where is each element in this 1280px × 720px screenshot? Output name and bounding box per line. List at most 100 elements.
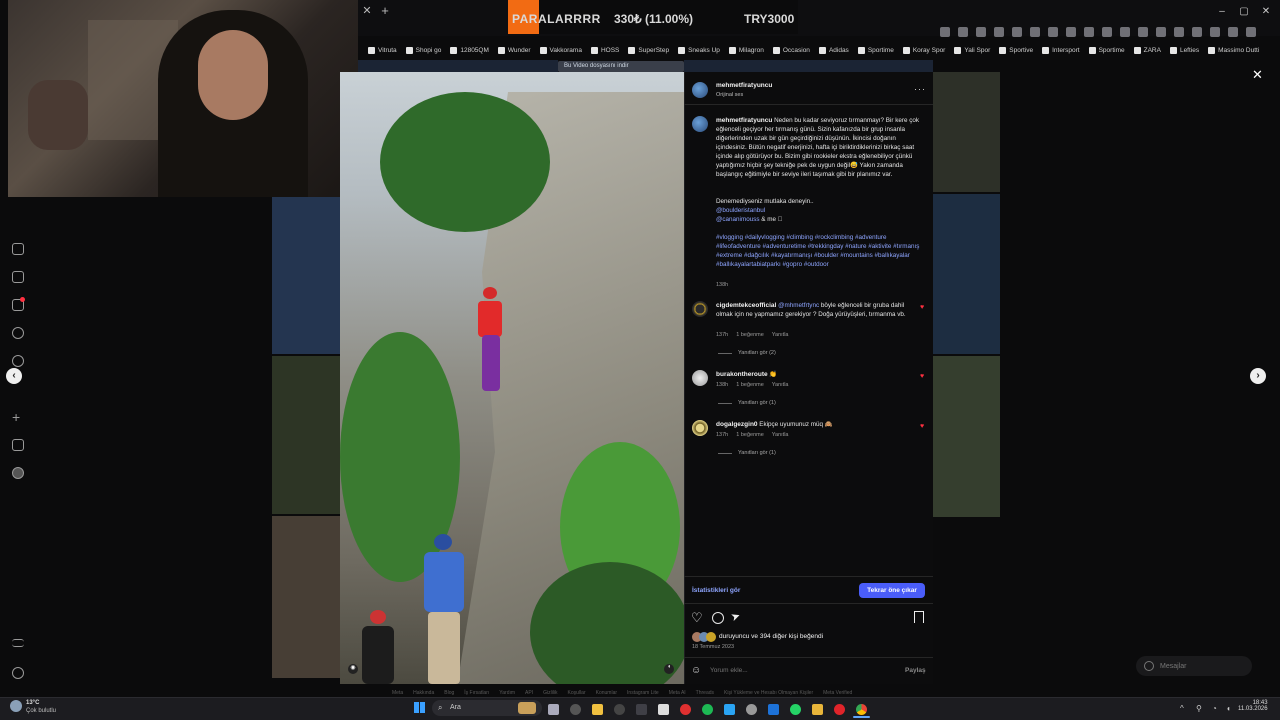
grid-image[interactable] (933, 356, 1000, 517)
more-menu-icon[interactable] (12, 639, 24, 647)
insights-link[interactable]: İstatistikleri gör (692, 587, 740, 594)
post-image[interactable]: ◉ ◖ (340, 72, 684, 684)
comment-like-icon[interactable]: ♥ (920, 373, 924, 380)
extension-icon[interactable] (1156, 27, 1166, 37)
emoji-icon[interactable]: ☺ (691, 665, 701, 676)
explore-icon[interactable] (12, 355, 24, 367)
extension-icon[interactable] (1210, 27, 1220, 37)
file-explorer-icon[interactable] (592, 704, 603, 715)
comment-avatar[interactable] (692, 301, 708, 317)
extension-icon[interactable] (958, 27, 968, 37)
profile-avatar-icon[interactable] (12, 467, 24, 479)
extension-icon[interactable] (1120, 27, 1130, 37)
extension-icon[interactable] (1102, 27, 1112, 37)
bookmark[interactable]: Shopi go (405, 46, 441, 54)
grid-image[interactable] (272, 197, 340, 354)
app-icon[interactable] (658, 704, 669, 715)
boost-button[interactable]: Tekrar öne çıkar (859, 583, 925, 598)
comment-reply[interactable]: Yanıtla (772, 382, 789, 388)
bookmark[interactable]: Koray Spor (902, 46, 945, 54)
bookmark[interactable]: SuperStep (628, 46, 669, 54)
footer-link[interactable]: Meta (392, 690, 403, 696)
prev-post-arrow[interactable]: ‹ (6, 368, 22, 384)
comment-input[interactable] (710, 664, 880, 676)
hashtags[interactable]: #vlogging #dailyvlogging #climbing #rock… (716, 233, 926, 269)
start-menu-icon[interactable] (414, 702, 425, 713)
mail-icon[interactable] (768, 704, 779, 715)
opera-icon[interactable] (834, 704, 845, 715)
task-view-icon[interactable] (548, 704, 559, 715)
bookmark[interactable]: Yali Spor (954, 46, 990, 54)
close-modal-icon[interactable]: ✕ (1252, 67, 1263, 83)
weather-temp[interactable]: 13°C (26, 700, 39, 706)
settings-icon[interactable] (746, 704, 757, 715)
comment-likes[interactable]: 1 beğenme (736, 332, 764, 338)
mention-link[interactable]: @boulderistanbul (716, 206, 765, 215)
extension-icon[interactable] (1066, 27, 1076, 37)
extension-icon[interactable] (1012, 27, 1022, 37)
extension-icon[interactable] (1084, 27, 1094, 37)
caption-avatar[interactable] (692, 116, 708, 132)
save-icon[interactable] (914, 611, 924, 623)
folder-icon[interactable] (812, 704, 823, 715)
bookmark[interactable]: Sneaks Up (678, 46, 720, 54)
more-options-icon[interactable]: ··· (914, 84, 926, 94)
comment-like-icon[interactable]: ♥ (920, 423, 924, 430)
bookmark[interactable]: Lefties (1169, 46, 1199, 54)
volume-icon[interactable]: ◖ (1226, 704, 1231, 713)
comment-avatar[interactable] (692, 420, 708, 436)
view-replies[interactable]: Yanıtları gör (1) (718, 450, 776, 456)
bookmark[interactable]: Vakkorama (539, 46, 582, 54)
app-icon[interactable] (614, 704, 625, 715)
wifi-icon[interactable]: ◔ (1212, 704, 1217, 713)
footer-link[interactable]: Hakkında (413, 690, 434, 696)
app-icon[interactable] (636, 704, 647, 715)
footer-link[interactable]: Instagram Lite (627, 690, 659, 696)
whatsapp-icon[interactable] (790, 704, 801, 715)
search-icon[interactable] (12, 327, 24, 339)
grid-image[interactable] (272, 356, 340, 514)
tray-icon[interactable]: ⚲ (1196, 704, 1202, 713)
footer-link[interactable]: Gizlilik (543, 690, 557, 696)
likes-summary[interactable]: duruyuncu ve 394 diğer kişi beğendi (719, 633, 823, 640)
comment-like-icon[interactable]: ♥ (920, 304, 924, 311)
weather-text[interactable]: Çok bulutlu (26, 708, 56, 714)
new-tab-icon[interactable]: + (378, 4, 392, 18)
comment-reply[interactable]: Yanıtla (772, 432, 789, 438)
star-icon[interactable] (976, 27, 986, 37)
likers-avatars[interactable] (692, 632, 718, 642)
bookmark[interactable]: 12805QM (450, 46, 489, 54)
footer-link[interactable]: Konumlar (596, 690, 617, 696)
view-replies[interactable]: Yanıtları gör (1) (718, 400, 776, 406)
bookmark[interactable]: Sportime (857, 46, 894, 54)
comment-mention[interactable]: @mhmetfrtync (778, 302, 819, 309)
extension-icon[interactable] (1174, 27, 1184, 37)
bookmark[interactable]: Sportime (1088, 46, 1125, 54)
footer-link[interactable]: Yardım (499, 690, 515, 696)
app-icon[interactable] (680, 704, 691, 715)
footer-link[interactable]: Meta Verified (823, 690, 852, 696)
download-banner[interactable]: Bu Video dosyasını indir (558, 61, 684, 72)
post-comment-button[interactable]: Paylaş (905, 667, 926, 674)
footer-link[interactable]: İş Fırsatları (464, 690, 489, 696)
menu-icon[interactable] (1246, 27, 1256, 37)
bookmark[interactable]: ZARA (1133, 46, 1161, 54)
messages-pill[interactable]: Mesajlar (1136, 656, 1252, 676)
extension-icon[interactable] (994, 27, 1004, 37)
app-icon[interactable] (724, 704, 735, 715)
user-tag-icon[interactable]: ◉ (348, 664, 358, 674)
bookmark[interactable]: Intersport (1042, 46, 1080, 54)
footer-link[interactable]: API (525, 690, 533, 696)
caption-user[interactable]: mehmetfiratyuncu (716, 117, 772, 124)
extension-icon[interactable] (1030, 27, 1040, 37)
like-icon[interactable]: ♡ (691, 610, 703, 626)
bookmark[interactable]: Wunder (497, 46, 531, 54)
bookmark[interactable]: Milagron (728, 46, 764, 54)
comment-reply[interactable]: Yanıtla (772, 332, 789, 338)
clock[interactable]: 18:43 11.03.2026 (1238, 700, 1268, 712)
comment-user[interactable]: burakontheroute (716, 371, 768, 378)
tab-close-icon[interactable]: ✕ (360, 4, 374, 18)
reels-icon[interactable] (12, 271, 24, 283)
dashboard-icon[interactable] (12, 439, 24, 451)
bookmark[interactable]: Vitruta (368, 46, 397, 54)
